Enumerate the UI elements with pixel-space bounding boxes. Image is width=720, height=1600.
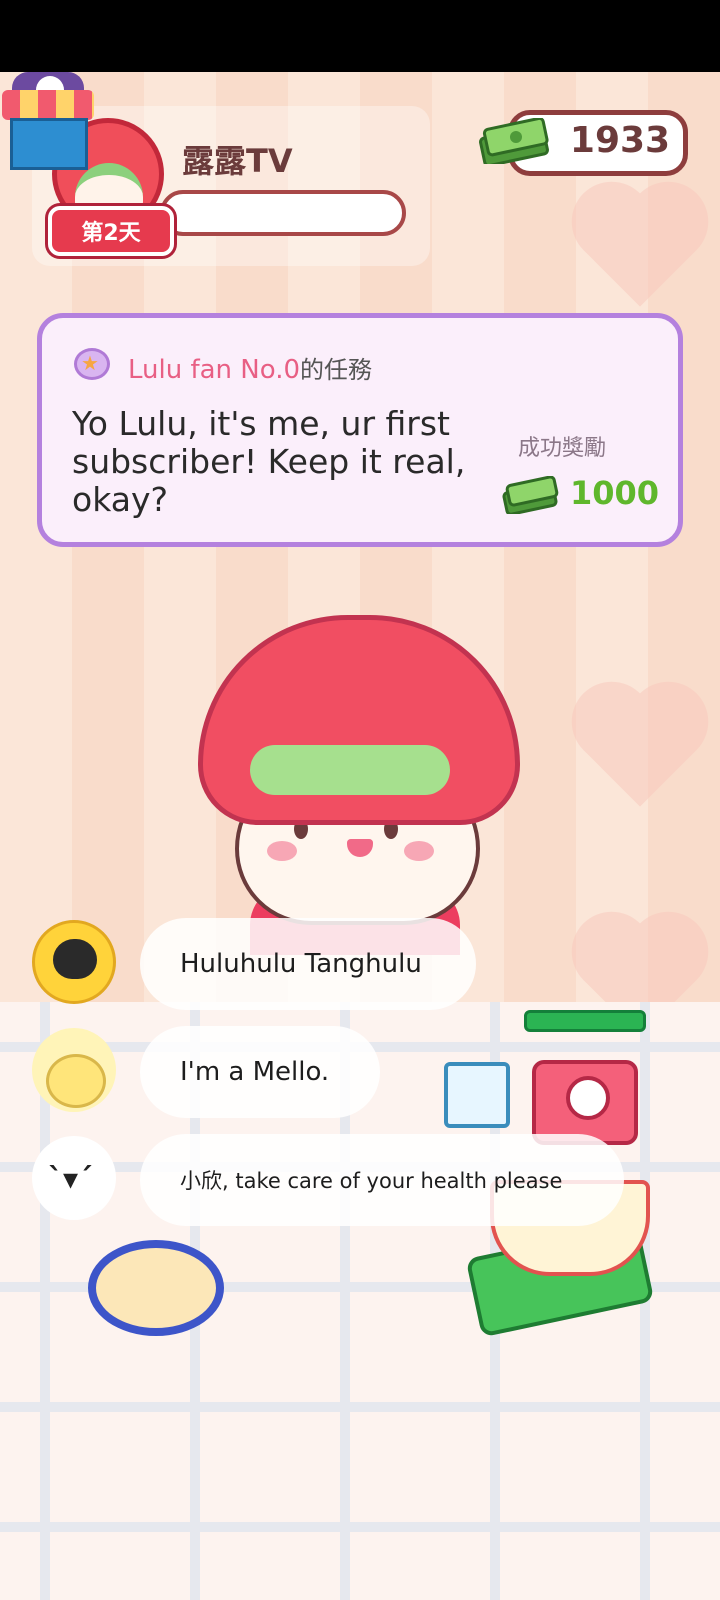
shop-awning — [2, 90, 94, 120]
quest-suffix: 的任務 — [300, 356, 373, 384]
character-hair — [250, 745, 450, 795]
commenter-avatar — [32, 920, 116, 1004]
quest-message: Yo Lulu, it's me, ur first subscriber! K… — [72, 404, 466, 519]
scale-top — [524, 1010, 646, 1032]
progress-bar — [160, 190, 406, 236]
comment-bubble: I'm a Mello. — [140, 1026, 380, 1118]
cash-icon — [479, 118, 549, 164]
quest-title: Lulu fan No.0的任務 — [128, 350, 372, 385]
cash-value: 1933 — [569, 120, 671, 161]
cash-icon — [502, 476, 559, 514]
channel-name: 露露TV — [182, 142, 293, 180]
mouth — [347, 839, 373, 857]
star-chat-icon — [74, 348, 110, 380]
scale-body — [532, 1060, 638, 1145]
blush — [267, 841, 297, 861]
lulu-character[interactable] — [190, 615, 530, 955]
status-bar — [0, 0, 720, 72]
plate[interactable] — [88, 1240, 224, 1336]
reward-value: 1000 — [570, 474, 660, 512]
comment-bubble: 小欣, take care of your health please — [140, 1134, 624, 1226]
commenter-avatar: ˋ▾ˊ — [32, 1136, 116, 1220]
measuring-cup[interactable] — [444, 1062, 510, 1128]
commenter-avatar — [32, 1028, 116, 1112]
day-badge: 第2天 — [48, 206, 174, 256]
reward-label: 成功獎勵 — [518, 436, 607, 461]
shop-body — [10, 118, 88, 170]
angry-face-icon: ˋ▾ˊ — [48, 1162, 94, 1197]
comment-bubble: Huluhulu Tanghulu — [140, 918, 476, 1010]
shop-icon[interactable] — [2, 72, 94, 170]
quest-giver: Lulu fan No.0 — [128, 355, 301, 385]
scale-dial — [566, 1076, 610, 1120]
blush — [404, 841, 434, 861]
kitchen-scale[interactable] — [524, 1010, 646, 1145]
